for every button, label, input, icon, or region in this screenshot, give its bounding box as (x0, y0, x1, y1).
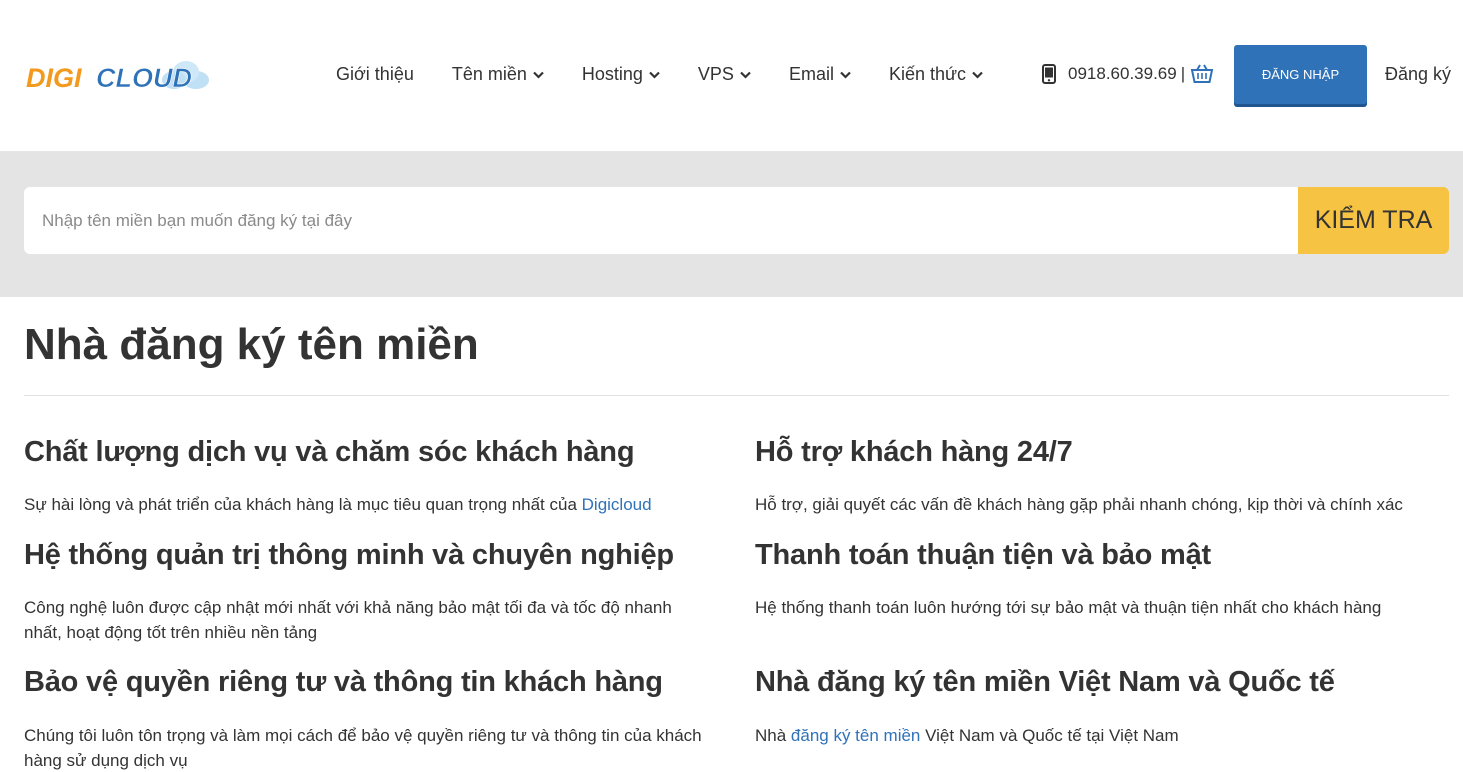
feature-desc-management-system: Công nghệ luôn được cập nhật mới nhất vớ… (24, 598, 672, 642)
logo-text-cloud: CLOUD (96, 63, 192, 93)
register-link[interactable]: Đăng ký (1385, 64, 1451, 85)
nav-item-email[interactable]: Email (789, 64, 851, 85)
nav-item-label: Tên miền (451, 64, 527, 84)
check-domain-button[interactable]: KIỂM TRA (1298, 187, 1449, 254)
site-header: DIGI CLOUD Giới thiệu Tên miền Hosting V… (0, 0, 1463, 152)
nav-item-label: Hosting (581, 64, 643, 84)
feature-desc-text: Việt Nam và Quốc tế tại Việt Nam (920, 726, 1179, 745)
nav-item-label: Kiến thức (888, 64, 967, 84)
nav-item-gioi-thieu[interactable]: Giới thiệu (336, 64, 414, 85)
chevron-down-icon (740, 71, 751, 79)
feature-title-payment: Thanh toán thuận tiện và bảo mật (755, 539, 1212, 571)
nav-item-label: VPS (697, 64, 734, 84)
chevron-down-icon (533, 71, 544, 79)
feature-desc-service-quality: Sự hài lòng và phát triển của khách hàng… (24, 492, 714, 517)
chevron-down-icon (649, 71, 660, 79)
chevron-down-icon (972, 71, 983, 79)
separator: | (1180, 64, 1186, 83)
contact-info: 0918.60.39.69 | (1042, 64, 1214, 84)
feature-title-service-quality: Chất lượng dịch vụ và chăm sóc khách hàn… (24, 436, 635, 468)
domain-search-section: KIỂM TRA (0, 152, 1463, 297)
feature-title-management-system: Hệ thống quản trị thông minh và chuyên n… (24, 539, 674, 571)
phone-number[interactable]: 0918.60.39.69 (1068, 64, 1177, 84)
feature-desc-text: Nhà (755, 726, 791, 745)
feature-desc-privacy: Chúng tôi luôn tôn trọng và làm mọi cách… (24, 726, 702, 770)
cart-icon[interactable] (1191, 64, 1214, 84)
phone-icon (1042, 64, 1056, 84)
nav-item-kien-thuc[interactable]: Kiến thức (889, 64, 983, 85)
nav-item-ten-mien[interactable]: Tên miền (452, 64, 544, 85)
main-nav: Giới thiệu Tên miền Hosting VPS Email Ki… (336, 64, 1021, 85)
feature-title-privacy: Bảo vệ quyền riêng tư và thông tin khách… (24, 666, 663, 698)
divider (24, 395, 1449, 396)
logo-text-digi: DIGI (26, 63, 82, 93)
nav-item-vps[interactable]: VPS (698, 64, 751, 85)
nav-item-label: Giới thiệu (336, 64, 414, 84)
feature-desc-text: Sự hài lòng và phát triển của khách hàng… (24, 495, 582, 514)
domain-registration-link[interactable]: đăng ký tên miền (791, 726, 920, 745)
nav-item-hosting[interactable]: Hosting (582, 64, 660, 85)
feature-desc-payment: Hệ thống thanh toán luôn hướng tới sự bả… (755, 598, 1382, 617)
login-button[interactable]: ĐĂNG NHẬP (1234, 45, 1367, 104)
nav-item-label: Email (788, 64, 834, 84)
domain-search-input[interactable] (24, 187, 1298, 254)
digicloud-link[interactable]: Digicloud (582, 495, 652, 514)
feature-desc-support-247: Hỗ trợ, giải quyết các vấn đề khách hàng… (755, 495, 1403, 514)
chevron-down-icon (840, 71, 851, 79)
feature-title-support-247: Hỗ trợ khách hàng 24/7 (755, 436, 1073, 468)
logo[interactable]: DIGI CLOUD (26, 58, 212, 94)
feature-desc-registrar: Nhà đăng ký tên miền Việt Nam và Quốc tế… (755, 723, 1449, 748)
feature-title-registrar: Nhà đăng ký tên miền Việt Nam và Quốc tế (755, 666, 1335, 698)
page-title: Nhà đăng ký tên miền (24, 320, 479, 369)
